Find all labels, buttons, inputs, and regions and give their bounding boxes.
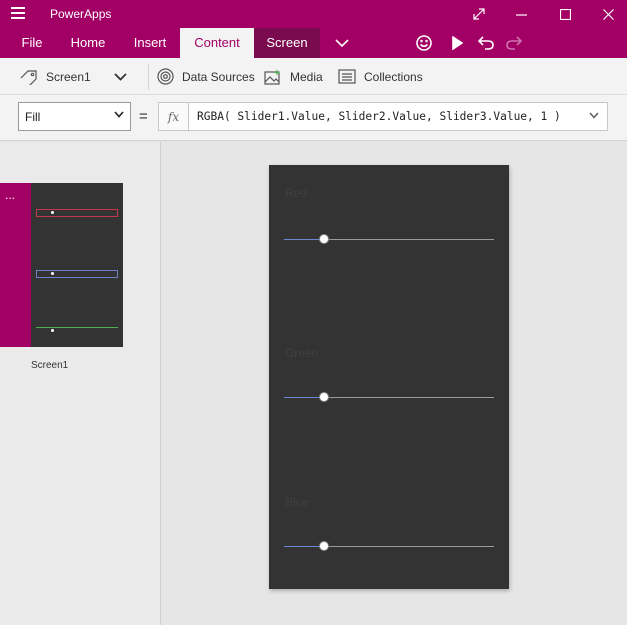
media-icon	[264, 69, 280, 85]
formula-input[interactable]: RGBA( Slider1.Value, Slider2.Value, Slid…	[188, 102, 608, 131]
minimize-button[interactable]	[501, 0, 541, 28]
command-bar: Screen1 Data Sources Media Collections	[0, 58, 627, 95]
screen-thumbnail-selection[interactable]	[0, 183, 31, 347]
redo-icon[interactable]	[499, 28, 529, 58]
slider-red[interactable]	[284, 234, 494, 244]
thumb-slider-dot	[51, 272, 54, 275]
slider-label-green: Green	[285, 346, 319, 360]
formula-bar: Fill = fx RGBA( Slider1.Value, Slider2.V…	[0, 95, 627, 141]
collections-label: Collections	[364, 69, 423, 84]
slider-thumb[interactable]	[319, 234, 329, 244]
collections-icon	[338, 69, 356, 84]
thumb-slider-green	[36, 270, 118, 278]
slider-blue[interactable]	[284, 541, 494, 551]
thumb-slider-red	[36, 209, 118, 217]
thumb-slider-dot	[51, 329, 54, 332]
slider-thumb[interactable]	[319, 541, 329, 551]
screen-thumbnail-label: Screen1	[31, 360, 69, 371]
more-options-icon[interactable]: ...	[5, 188, 15, 202]
media-label: Media	[290, 69, 323, 84]
chevron-down-icon[interactable]	[327, 28, 357, 58]
expand-formula-chevron-icon	[589, 112, 599, 119]
slider-fill	[284, 239, 324, 240]
undo-icon[interactable]	[471, 28, 501, 58]
media-button[interactable]: Media	[264, 58, 323, 95]
property-value: Fill	[25, 110, 41, 124]
formula-text: RGBA( Slider1.Value, Slider2.Value, Slid…	[197, 110, 561, 123]
equals-sign: =	[139, 108, 148, 125]
smiley-icon[interactable]	[409, 28, 439, 58]
screen-selector-label: Screen1	[46, 69, 91, 84]
expand-icon[interactable]	[459, 0, 499, 28]
tab-file[interactable]: File	[10, 28, 54, 58]
title-bar: PowerApps	[0, 0, 627, 28]
thumb-slider-dot	[51, 211, 54, 214]
screen-thumbnail[interactable]	[31, 183, 123, 347]
data-sources-icon	[157, 68, 174, 85]
tab-insert[interactable]: Insert	[122, 28, 178, 58]
fx-icon[interactable]: fx	[158, 102, 189, 131]
slider-label-red: Red	[285, 186, 308, 200]
slider-fill	[284, 546, 324, 547]
tab-home[interactable]: Home	[60, 28, 116, 58]
thumb-slider-blue	[36, 327, 118, 331]
slider-green[interactable]	[284, 392, 494, 402]
divider	[148, 64, 149, 90]
screen-selector[interactable]: Screen1	[20, 58, 135, 95]
chevron-down-icon	[114, 111, 124, 118]
design-canvas[interactable]: Red Green Blue	[269, 165, 509, 589]
property-dropdown[interactable]: Fill	[18, 102, 131, 131]
tag-icon	[20, 69, 37, 85]
tab-content[interactable]: Content	[180, 28, 254, 58]
slider-label-blue: Blue	[285, 495, 310, 509]
data-sources-label: Data Sources	[182, 69, 255, 84]
play-icon[interactable]	[442, 28, 472, 58]
slider-fill	[284, 397, 324, 398]
maximize-button[interactable]	[545, 0, 585, 28]
close-button[interactable]	[588, 0, 627, 28]
app-title: PowerApps	[50, 7, 112, 21]
tab-screen[interactable]: Screen	[254, 28, 320, 58]
data-sources-button[interactable]: Data Sources	[157, 58, 255, 95]
chevron-down-icon	[114, 72, 127, 81]
collections-button[interactable]: Collections	[338, 58, 423, 95]
ribbon-tabs: File Home Insert Content Screen	[0, 28, 627, 58]
hamburger-menu-icon[interactable]	[11, 7, 25, 19]
slider-thumb[interactable]	[319, 392, 329, 402]
